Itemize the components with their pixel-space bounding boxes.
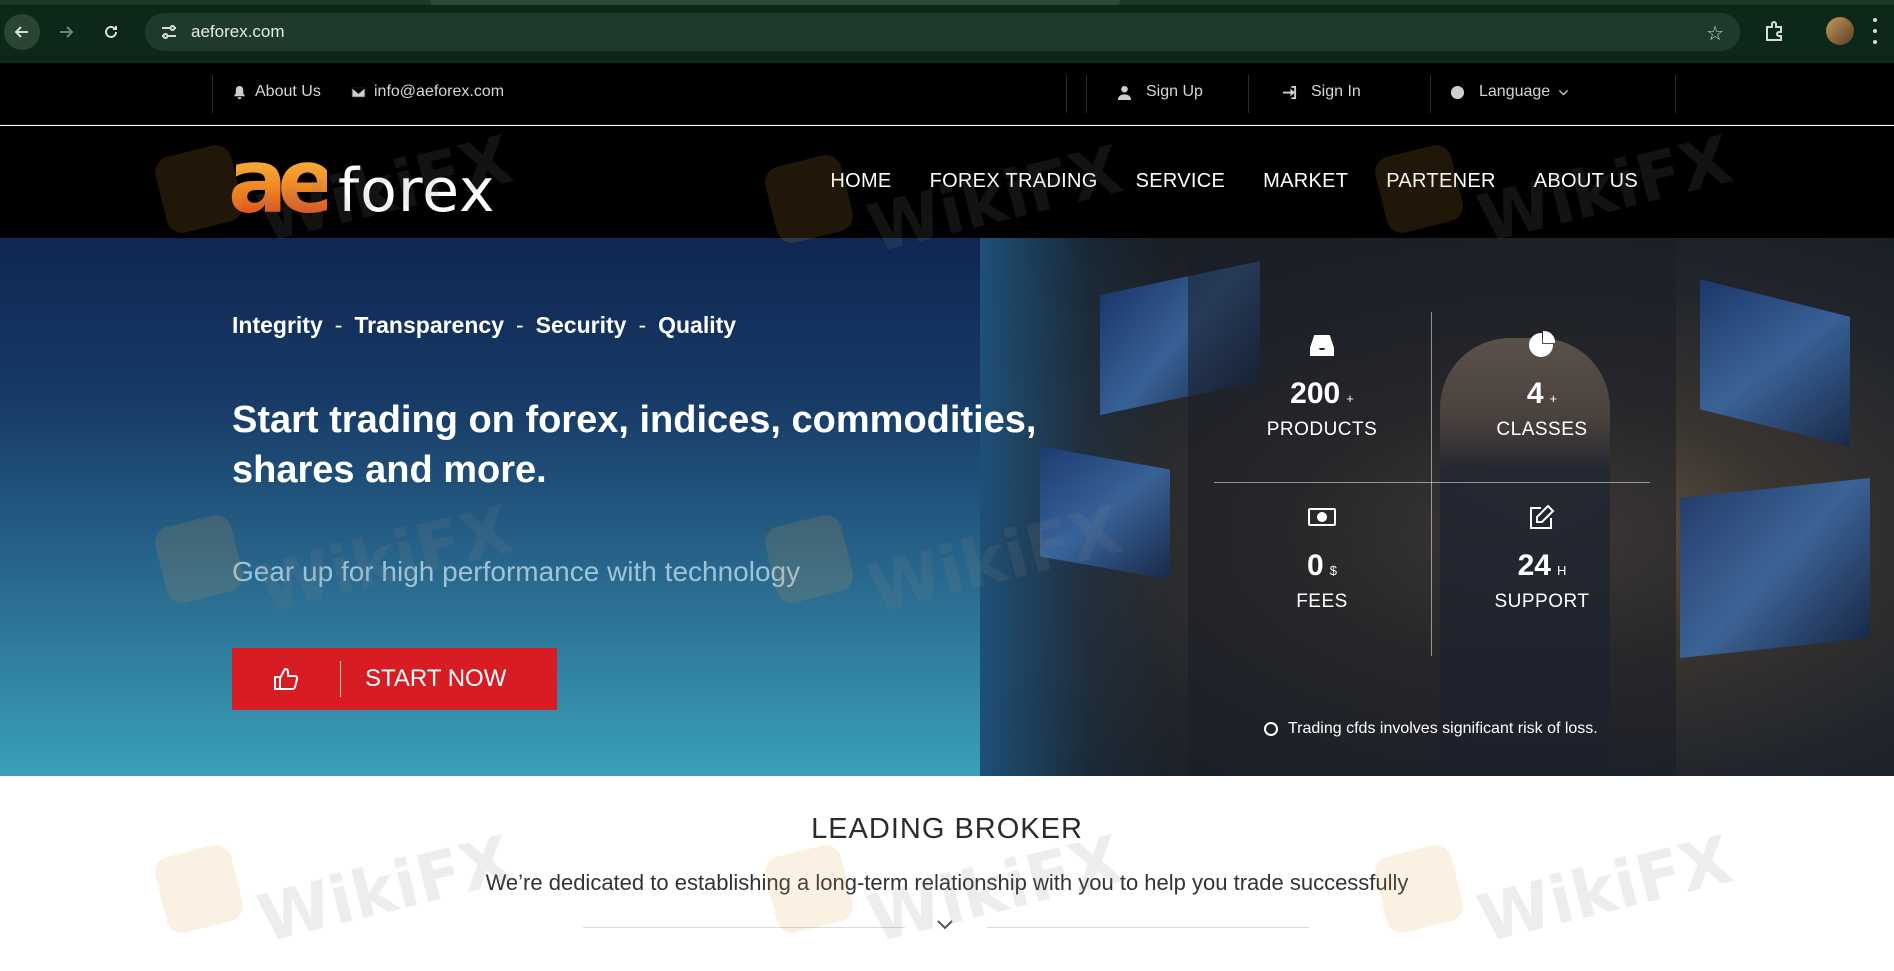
email-label: info@aeforex.com <box>374 83 505 100</box>
site-header: ae forex HOME FOREX TRADING SERVICE MARK… <box>0 126 1894 238</box>
photo-screen <box>1680 478 1870 658</box>
nav-service[interactable]: SERVICE <box>1136 170 1226 193</box>
circle-icon <box>1264 722 1278 736</box>
arrow-right-icon <box>60 26 74 38</box>
divider <box>212 75 213 113</box>
nav-home[interactable]: HOME <box>830 170 891 193</box>
language-dropdown[interactable]: Language <box>1450 83 1569 101</box>
pie-chart-icon <box>1529 330 1556 357</box>
email-link[interactable]: info@aeforex.com <box>351 83 504 101</box>
photo-screen <box>1700 279 1850 447</box>
stats-panel: 200 + PRODUCTS 4 + CLASSES 0 $ FEES 24 H SUP… <box>1188 238 1676 776</box>
envelope-icon <box>351 86 366 98</box>
forward-button[interactable] <box>48 14 84 50</box>
divider <box>1675 75 1676 113</box>
profile-avatar[interactable] <box>1826 17 1854 45</box>
nav-forex-trading[interactable]: FOREX TRADING <box>930 170 1098 193</box>
money-icon <box>1308 508 1336 526</box>
stat-caption: PRODUCTS <box>1266 419 1378 440</box>
user-icon <box>1117 85 1132 100</box>
tagline-word: Transparency <box>354 312 504 338</box>
about-us-label: About Us <box>255 83 321 100</box>
aeforex-logo[interactable]: ae forex <box>228 130 518 233</box>
leading-broker-section: LEADING BROKER We’re dedicated to establ… <box>0 776 1894 971</box>
stat-unit: + <box>1346 391 1354 406</box>
inbox-icon <box>1310 335 1334 356</box>
divider <box>1086 75 1087 113</box>
language-label: Language <box>1479 83 1551 100</box>
divider <box>1066 75 1067 113</box>
sign-up-link[interactable]: Sign Up <box>1117 83 1203 101</box>
risk-text: Trading cfds involves significant risk o… <box>1288 720 1598 737</box>
button-divider <box>340 661 341 697</box>
sign-in-link[interactable]: Sign In <box>1282 83 1361 101</box>
stat-caption: FEES <box>1296 591 1348 612</box>
stat-unit: + <box>1549 391 1558 406</box>
thumbs-up-icon <box>232 665 340 693</box>
sign-up-label: Sign Up <box>1146 83 1203 100</box>
reload-button[interactable] <box>93 14 129 50</box>
arrow-left-icon <box>14 26 28 38</box>
url-text[interactable]: aeforex.com <box>191 22 285 42</box>
browser-menu-icon[interactable] <box>1872 18 1878 44</box>
stat-value: 200 <box>1290 377 1341 410</box>
tagline-separator: - <box>334 312 343 338</box>
sign-in-icon <box>1282 85 1297 99</box>
hero-tagline: Integrity - Transparency - Security - Quality <box>232 312 736 339</box>
address-bar[interactable]: aeforex.com ☆ <box>145 13 1740 51</box>
section-title: LEADING BROKER <box>811 813 1083 845</box>
tagline-word: Integrity <box>232 312 323 338</box>
section-text: We’re dedicated to establishing a long-t… <box>485 870 1409 895</box>
divider <box>1430 75 1431 113</box>
photo-screen <box>1040 446 1170 580</box>
sign-in-label: Sign In <box>1311 83 1361 100</box>
start-now-label: START NOW <box>365 665 507 692</box>
browser-chrome: aeforex.com ☆ <box>0 0 1894 63</box>
stat-unit: H <box>1556 563 1567 578</box>
back-button[interactable] <box>4 14 40 50</box>
divider-left <box>583 927 905 928</box>
reload-icon <box>105 25 117 38</box>
stat-classes: 4 + CLASSES <box>1432 330 1652 441</box>
hero-headline: Start trading on forex, indices, commodi… <box>232 399 1037 491</box>
logo-mark: ae <box>228 130 337 233</box>
divider <box>1248 75 1249 113</box>
stat-value: 24 <box>1517 549 1551 582</box>
stat-products: 200 + PRODUCTS <box>1212 330 1432 441</box>
chevron-down-icon <box>1559 89 1569 96</box>
edit-icon <box>1530 504 1555 529</box>
divider-right <box>987 927 1309 928</box>
tagline-word: Quality <box>658 312 737 338</box>
hero-subhead: Gear up for high performance with techno… <box>232 556 801 587</box>
stat-value: 4 <box>1526 377 1544 410</box>
scroll-down-chevron-icon[interactable] <box>935 914 955 934</box>
logo-wordmark: forex <box>338 156 496 226</box>
tagline-separator: - <box>638 312 647 338</box>
stat-fees: 0 $ FEES <box>1212 502 1432 613</box>
risk-warning: Trading cfds involves significant risk o… <box>1264 720 1598 738</box>
about-us-link[interactable]: About Us <box>232 83 321 101</box>
globe-icon <box>1450 85 1465 99</box>
stat-unit: $ <box>1329 563 1337 578</box>
top-info-bar: About Us info@aeforex.com Sign Up Sign I… <box>0 63 1894 125</box>
nav-partener[interactable]: PARTENER <box>1386 170 1495 193</box>
start-now-button[interactable]: START NOW <box>232 648 557 710</box>
stat-caption: CLASSES <box>1496 419 1588 440</box>
nav-about-us[interactable]: ABOUT US <box>1534 170 1638 193</box>
nav-market[interactable]: MARKET <box>1263 170 1348 193</box>
active-tab-edge <box>430 0 1120 5</box>
tagline-separator: - <box>516 312 524 338</box>
site-settings-icon[interactable] <box>159 22 179 42</box>
tagline-word: Security <box>535 312 627 338</box>
extensions-icon[interactable] <box>1762 18 1788 44</box>
main-navigation: HOME FOREX TRADING SERVICE MARKET PARTEN… <box>830 170 1638 193</box>
stats-divider-horizontal <box>1214 482 1650 483</box>
bookmark-star-icon[interactable]: ☆ <box>1706 21 1724 46</box>
stat-support: 24 H SUPPORT <box>1432 502 1652 613</box>
bell-icon <box>233 85 246 99</box>
stat-value: 0 <box>1307 549 1324 582</box>
stat-caption: SUPPORT <box>1494 591 1590 612</box>
